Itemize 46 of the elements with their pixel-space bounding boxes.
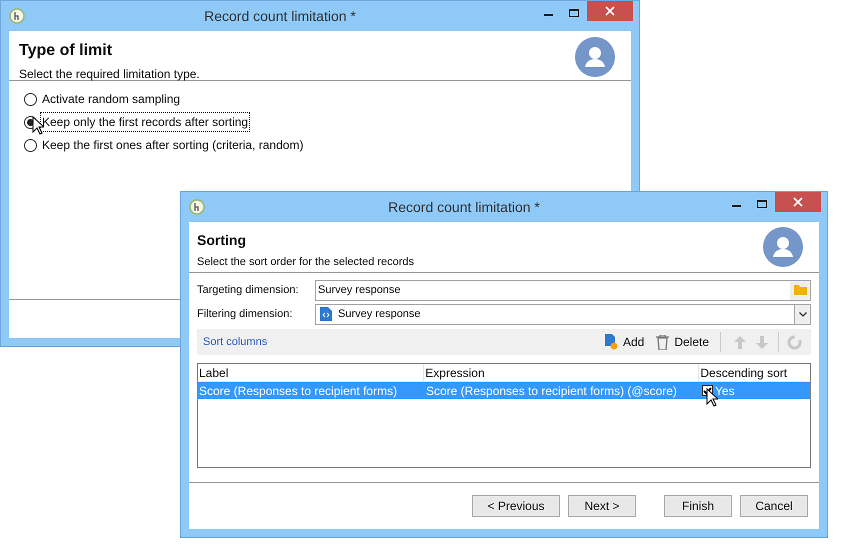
radio-label: Activate random sampling — [41, 91, 182, 108]
table-cell-text: Score (Responses to recipient forms) — [198, 382, 398, 400]
table-cell-text: Yes — [715, 382, 735, 400]
delete-button[interactable]: Delete — [653, 333, 712, 351]
refresh-icon — [787, 334, 802, 350]
chevron-down-icon — [798, 312, 806, 316]
arrow-up-icon — [733, 334, 747, 350]
check-icon — [703, 386, 712, 394]
radio-button[interactable] — [24, 138, 37, 152]
window-title: Record count limitation * — [203, 6, 357, 26]
trash-icon — [656, 334, 670, 350]
dialog-button[interactable]: < Previous — [472, 495, 560, 517]
page-subtitle: Select the sort order for the selected records — [197, 255, 416, 270]
arrow-down-icon — [755, 334, 769, 350]
radio-button[interactable] — [24, 92, 37, 106]
dialog-button[interactable]: Cancel — [740, 495, 808, 517]
field-value: Survey response — [317, 282, 402, 298]
close-button[interactable] — [587, 1, 633, 21]
app-logo-icon — [9, 8, 25, 24]
table-cell-text: Score (Responses to recipient forms) (@score) — [425, 382, 678, 400]
field-label: Targeting dimension: — [197, 282, 300, 298]
user-avatar-icon — [575, 37, 615, 77]
section-title: Sort columns — [203, 334, 268, 350]
close-icon — [605, 6, 615, 16]
field-label: Filtering dimension: — [197, 306, 294, 322]
cursor-icon — [32, 116, 44, 135]
user-avatar-icon — [763, 227, 803, 267]
close-icon — [793, 197, 803, 207]
add-document-icon — [604, 334, 618, 350]
dialog-button[interactable]: Finish — [664, 495, 732, 517]
dropdown-field[interactable]: Survey response — [315, 304, 811, 324]
dialog-button[interactable]: Next > — [568, 495, 636, 517]
column-header[interactable]: Label — [198, 364, 424, 382]
field-value: Survey response — [338, 306, 422, 322]
dropdown-button[interactable] — [794, 304, 810, 324]
text-field[interactable]: Survey response — [315, 280, 811, 300]
close-button[interactable] — [775, 192, 821, 212]
window-title: Record count limitation * — [387, 198, 541, 216]
page-title: Sorting — [197, 231, 246, 250]
add-button[interactable]: Add — [602, 333, 648, 351]
folder-icon — [794, 285, 806, 295]
page-title: Type of limit — [19, 41, 112, 61]
document-icon — [320, 307, 332, 321]
page-subtitle: Select the required limitation type. — [19, 66, 201, 83]
app-logo-icon — [189, 199, 205, 215]
radio-label: Keep the first ones after sorting (criteria, random) — [41, 137, 304, 154]
